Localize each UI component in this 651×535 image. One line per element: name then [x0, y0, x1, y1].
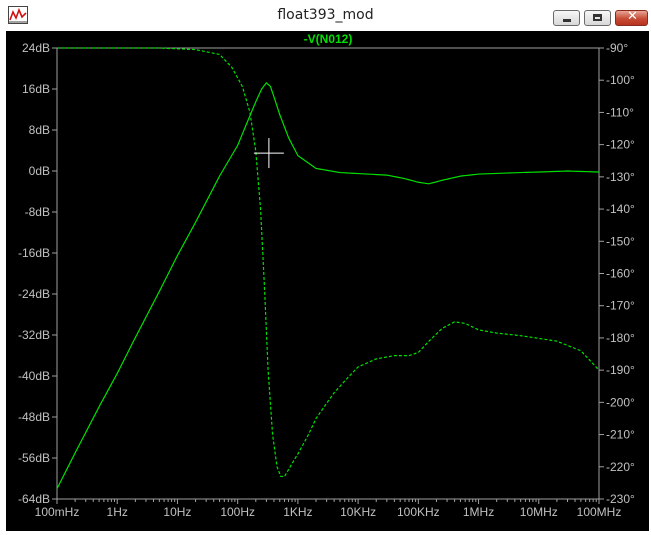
y-left-tick-label: -40dB: [18, 369, 50, 383]
minimize-icon: [563, 19, 571, 22]
y-left-tick-label: -56dB: [18, 451, 50, 465]
x-tick-label: 1MHz: [463, 505, 494, 519]
maximize-button[interactable]: [584, 10, 611, 26]
series-magnitude-line: [56, 81, 600, 490]
x-tick-label: 10KHz: [340, 505, 376, 519]
plot-frame: [56, 47, 600, 500]
y-right-tick-label: -230°: [606, 492, 635, 506]
title-bar[interactable]: float393_mod ✕: [0, 0, 651, 31]
y-right-tick-label: -210°: [606, 428, 635, 442]
y-left-tick-label: -16dB: [18, 246, 50, 260]
plot-window: float393_mod ✕ 24dB 16dB 8dB 0dB -8dB -16dB -2…: [0, 0, 651, 535]
x-tick-label: 100mHz: [35, 505, 80, 519]
close-button[interactable]: ✕: [615, 9, 648, 26]
x-tick-label: 1Hz: [107, 505, 128, 519]
bode-plot[interactable]: 24dB 16dB 8dB 0dB -8dB -16dB -24dB -32dB -40dB -4…: [6, 31, 649, 531]
y-left-tick-label: 16dB: [22, 82, 50, 96]
x-tick-label: 1KHz: [283, 505, 312, 519]
y-left-tick-label: -64dB: [18, 492, 50, 506]
close-icon: ✕: [627, 9, 638, 24]
y-right-tick-label: -120°: [606, 138, 635, 152]
x-tick-label: 100KHz: [397, 505, 440, 519]
y-right-tick-label: -90°: [606, 41, 628, 55]
x-tick-label: 10MHz: [520, 505, 558, 519]
x-tick-label: 10Hz: [163, 505, 191, 519]
y-right-tick-label: -150°: [606, 234, 635, 248]
y-left-tick-label: -24dB: [18, 287, 50, 301]
y-right-tick-label: -200°: [606, 395, 635, 409]
x-tick-label: 100MHz: [577, 505, 622, 519]
maximize-icon: [593, 14, 602, 21]
y-right-tick-label: -180°: [606, 331, 635, 345]
x-tick-label: 100Hz: [220, 505, 255, 519]
trace-label[interactable]: -V(N012): [304, 32, 353, 46]
y-left-tick-label: -48dB: [18, 410, 50, 424]
y-right-tick-label: -110°: [606, 105, 634, 119]
y-right-tick-label: -140°: [606, 202, 635, 216]
y-right-tick-label: -170°: [606, 299, 635, 313]
y-left-tick-label: 0dB: [29, 164, 50, 178]
series-phase-line: [57, 47, 600, 478]
y-left-tick-label: -8dB: [25, 205, 50, 219]
y-left-tick-label: -32dB: [18, 328, 50, 342]
y-right-tick-label: -100°: [606, 73, 635, 87]
y-left-tick-label: 8dB: [29, 123, 50, 137]
y-left-tick-label: 24dB: [22, 41, 50, 55]
y-right-tick-label: -190°: [606, 363, 635, 377]
minimize-button[interactable]: [553, 10, 580, 26]
y-right-tick-label: -130°: [606, 170, 635, 184]
y-right-tick-label: -220°: [606, 460, 635, 474]
y-right-tick-label: -160°: [606, 267, 635, 281]
plot-area[interactable]: 24dB 16dB 8dB 0dB -8dB -16dB -24dB -32dB -40dB -4…: [6, 31, 649, 531]
